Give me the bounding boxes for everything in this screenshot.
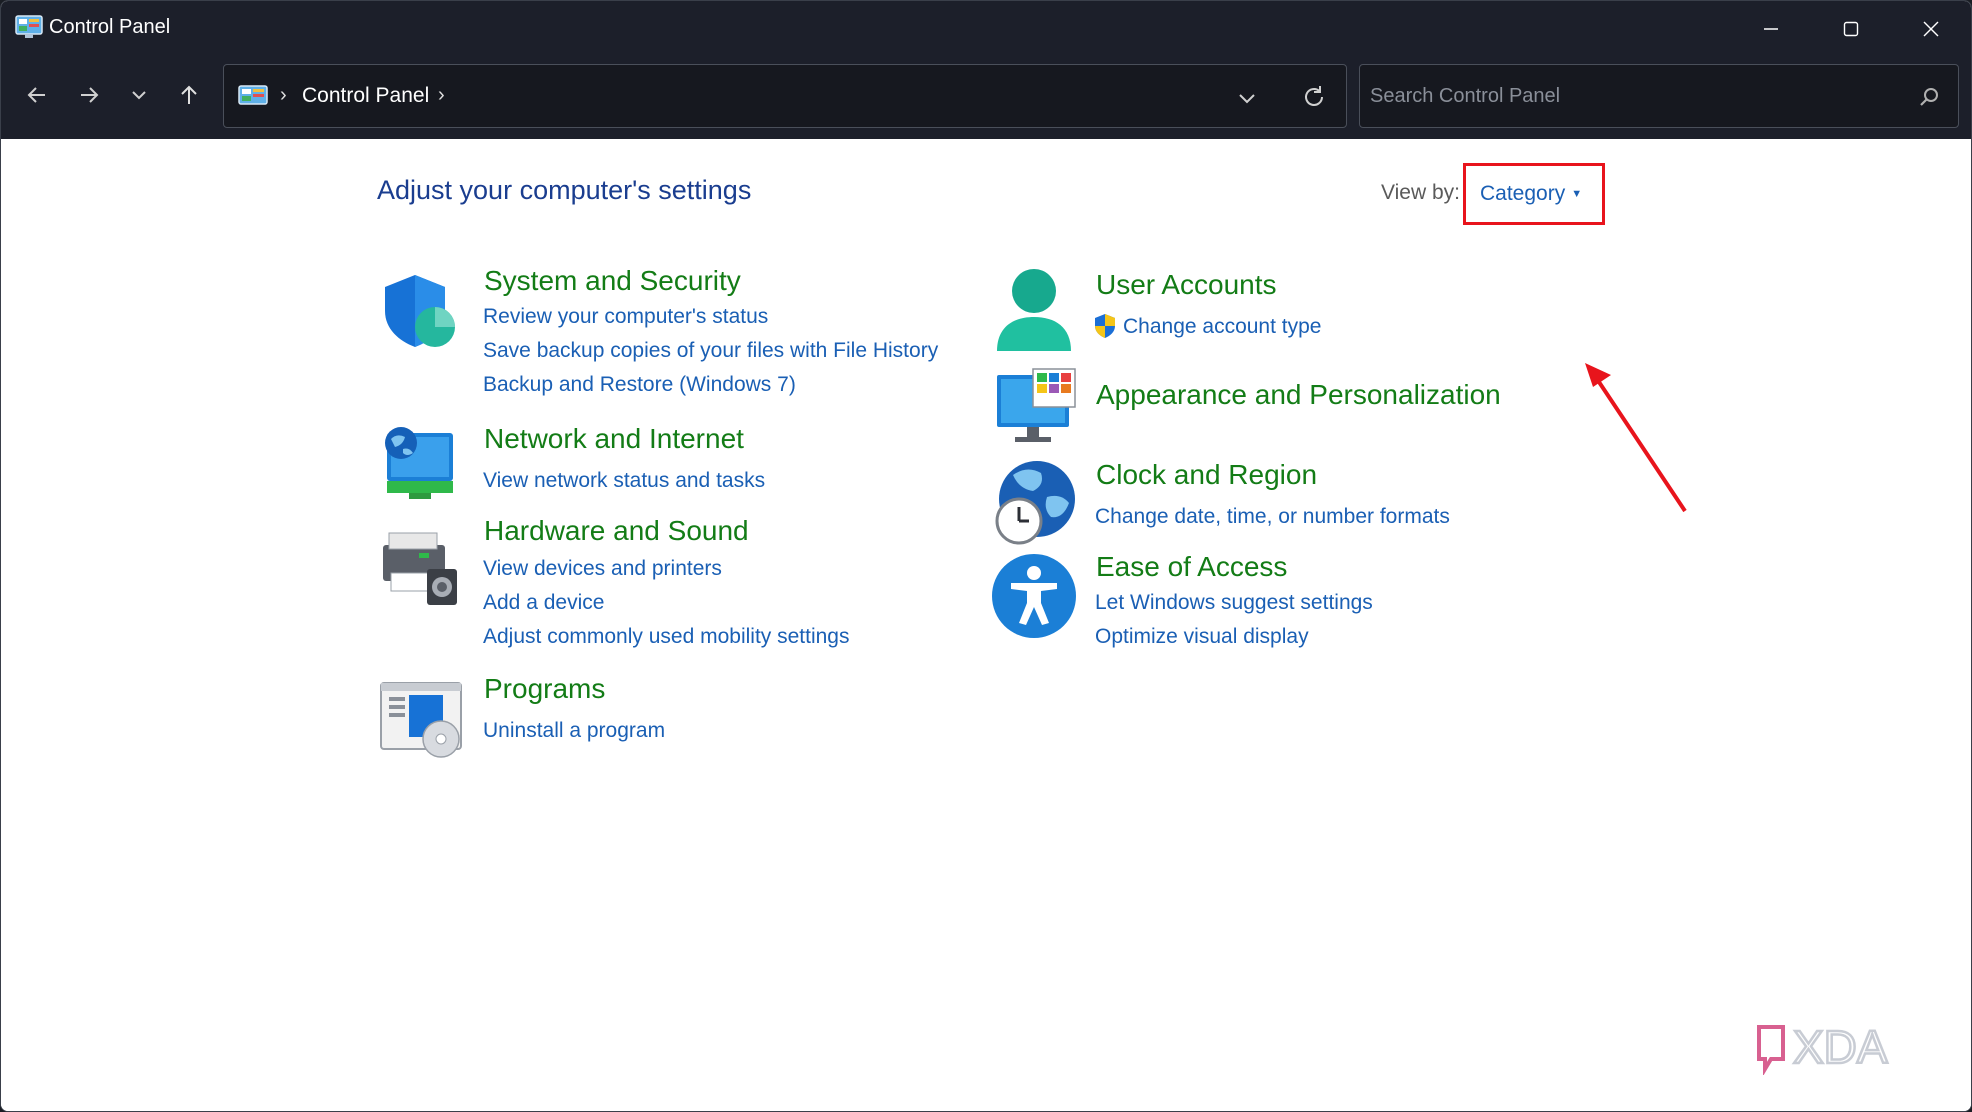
xda-text: XDA xyxy=(1793,1021,1888,1073)
link-backup-restore[interactable]: Backup and Restore (Windows 7) xyxy=(483,373,796,397)
search-input[interactable] xyxy=(1370,79,1910,113)
view-by-dropdown[interactable]: Category ▼ xyxy=(1463,163,1605,225)
title-bar: Control Panel xyxy=(1,1,1971,57)
chevron-down-icon[interactable] xyxy=(1234,85,1260,111)
printer-speaker-icon[interactable] xyxy=(379,525,463,609)
view-by-label: View by: xyxy=(1381,181,1460,204)
category-system-security[interactable]: System and Security xyxy=(484,265,741,297)
xda-watermark: XDA xyxy=(1753,1019,1943,1077)
link-file-history[interactable]: Save backup copies of your files with Fi… xyxy=(483,339,938,363)
xda-logo-icon: XDA xyxy=(1757,1020,1889,1077)
search-box[interactable] xyxy=(1359,64,1959,128)
monitor-palette-icon[interactable] xyxy=(993,367,1079,447)
arrow-right-icon xyxy=(81,87,99,103)
category-ease-of-access[interactable]: Ease of Access xyxy=(1096,551,1287,583)
category-hardware-sound[interactable]: Hardware and Sound xyxy=(484,515,749,547)
control-panel-icon xyxy=(15,15,43,38)
arrow-left-icon xyxy=(27,87,45,103)
link-devices-printers[interactable]: View devices and printers xyxy=(483,557,722,581)
breadcrumb-separator[interactable]: › xyxy=(438,84,445,107)
network-globe-icon[interactable] xyxy=(379,423,459,503)
minimize-button[interactable] xyxy=(1731,1,1811,57)
search-icon[interactable] xyxy=(1918,86,1940,108)
uac-shield-icon xyxy=(1095,314,1115,338)
view-by-selected[interactable]: Category xyxy=(1480,182,1565,206)
category-user-accounts[interactable]: User Accounts xyxy=(1096,269,1277,301)
close-button[interactable] xyxy=(1891,1,1971,57)
category-programs[interactable]: Programs xyxy=(484,673,605,705)
annotation-arrow-icon xyxy=(1585,363,1687,513)
link-date-time-formats[interactable]: Change date, time, or number formats xyxy=(1095,505,1450,529)
chevron-down-icon xyxy=(132,91,146,100)
up-button[interactable] xyxy=(169,75,209,115)
navigation-bar: › Control Panel › xyxy=(1,57,1971,139)
shield-icon[interactable] xyxy=(379,271,459,351)
link-windows-suggest-settings[interactable]: Let Windows suggest settings xyxy=(1095,591,1373,615)
breadcrumb-control-panel[interactable]: Control Panel xyxy=(302,84,429,108)
link-optimize-visual-display[interactable]: Optimize visual display xyxy=(1095,625,1309,649)
accessibility-icon[interactable] xyxy=(991,553,1077,639)
globe-clock-icon[interactable] xyxy=(989,457,1079,547)
close-icon xyxy=(1923,21,1939,37)
back-button[interactable] xyxy=(17,75,57,115)
link-network-status[interactable]: View network status and tasks xyxy=(483,469,765,493)
link-uninstall-program[interactable]: Uninstall a program xyxy=(483,719,665,743)
forward-button[interactable] xyxy=(69,75,109,115)
minimize-icon xyxy=(1764,28,1778,30)
breadcrumb-separator[interactable]: › xyxy=(280,84,287,107)
maximize-button[interactable] xyxy=(1811,1,1891,57)
refresh-icon[interactable] xyxy=(1300,83,1328,111)
recent-locations-button[interactable] xyxy=(119,75,159,115)
maximize-icon xyxy=(1843,21,1859,37)
link-review-status[interactable]: Review your computer's status xyxy=(483,305,768,329)
programs-disc-icon[interactable] xyxy=(379,679,465,759)
user-icon[interactable] xyxy=(993,267,1075,355)
arrow-up-icon xyxy=(181,85,197,104)
control-panel-icon xyxy=(238,85,268,105)
control-panel-window: Control Panel › Control Panel › Search C… xyxy=(0,0,1972,1112)
page-title: Adjust your computer's settings xyxy=(377,175,752,205)
category-clock-region[interactable]: Clock and Region xyxy=(1096,459,1317,491)
caret-down-icon[interactable]: ▼ xyxy=(1571,188,1582,200)
address-bar[interactable]: › Control Panel › xyxy=(223,64,1347,128)
link-mobility-settings[interactable]: Adjust commonly used mobility settings xyxy=(483,625,850,649)
main-content: Adjust your computer's settings View by:… xyxy=(1,139,1971,1111)
link-add-device[interactable]: Add a device xyxy=(483,591,604,615)
window-title: Control Panel xyxy=(49,16,171,38)
category-network-internet[interactable]: Network and Internet xyxy=(484,423,744,455)
category-appearance-personalization[interactable]: Appearance and Personalization xyxy=(1096,379,1501,411)
link-change-account-type[interactable]: Change account type xyxy=(1123,315,1321,339)
